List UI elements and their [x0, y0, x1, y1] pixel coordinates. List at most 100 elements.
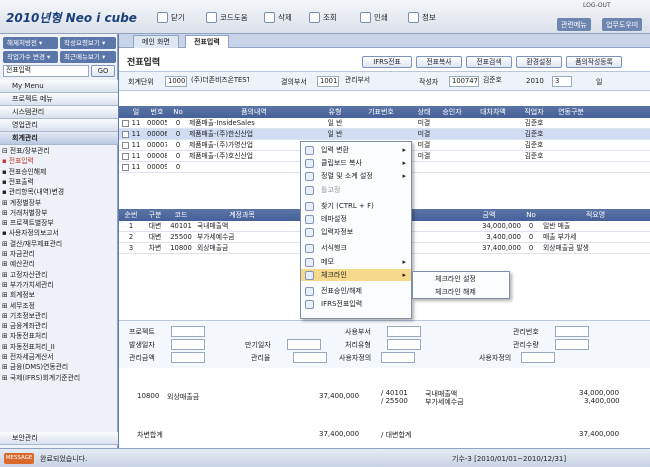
nav-project-menu[interactable]: 프로젝트 메뉴: [0, 93, 118, 106]
column-header[interactable]: 순번: [121, 209, 141, 221]
close-button[interactable]: 닫기: [157, 10, 185, 24]
sidebar-button-2[interactable]: 작성요령보기 ▾: [60, 37, 116, 49]
context-menu-item[interactable]: 찾기 (CTRL + F): [301, 200, 411, 213]
column-header[interactable]: 유형: [319, 106, 351, 118]
unit-code-input[interactable]: 1000: [165, 76, 187, 87]
tree-item[interactable]: ▪ 사용자정의보고서: [2, 228, 118, 238]
form-field[interactable]: [381, 352, 415, 363]
context-menu-item[interactable]: 클립보드 복사 ▸: [301, 157, 411, 170]
column-header[interactable]: 일: [129, 106, 143, 118]
ifrs-voucher-button[interactable]: IFRS전표: [362, 56, 412, 68]
approval-register-button[interactable]: 품의작성등록: [566, 56, 622, 68]
column-header[interactable]: 연동구분: [549, 106, 593, 118]
column-header[interactable]: 승인자: [437, 106, 467, 118]
tree-item[interactable]: ⊞ 전자세금계산서: [2, 352, 118, 362]
context-menu-item[interactable]: 입력 변환 ▸: [301, 144, 411, 157]
info-button[interactable]: 정보: [408, 10, 436, 24]
tree-item[interactable]: ⊟ 전표/장부관리: [2, 146, 118, 156]
tree-item[interactable]: ⊞ 자동전표처리_II: [2, 342, 118, 352]
context-menu-item[interactable]: 체크라인 ▸: [301, 268, 411, 282]
nav-system[interactable]: 시스템관리: [0, 106, 118, 119]
month-select[interactable]: 3: [552, 76, 572, 87]
tree-item[interactable]: ⊞ 부가가치세관리: [2, 280, 118, 290]
tree-item[interactable]: ⊞ 고정자산관리: [2, 270, 118, 280]
tree-item[interactable]: ⊞ 금융계좌관리: [2, 321, 118, 331]
tree-item[interactable]: ⊞ 거래처별장부: [2, 208, 118, 218]
nav-sales[interactable]: 영업관리: [0, 119, 118, 132]
context-menu-item[interactable]: 틀고정: [301, 184, 411, 197]
column-header[interactable]: 적요명: [543, 209, 648, 221]
tree-item[interactable]: ▪ 전표출력: [2, 177, 118, 187]
form-field[interactable]: [171, 326, 205, 337]
row-checkbox[interactable]: [122, 142, 129, 149]
column-header[interactable]: No: [169, 106, 187, 118]
tree-item[interactable]: ▪ 관리항목(내역)변경: [2, 187, 118, 197]
tree-item[interactable]: ⊞ 결산/재무제표관리: [2, 239, 118, 249]
tree-item[interactable]: ⊞ 세무조정: [2, 301, 118, 311]
search-voucher-button[interactable]: 전표검색: [466, 56, 512, 68]
sidebar-button-4[interactable]: 최근메뉴보기 ▾: [60, 51, 116, 63]
context-menu-item[interactable]: 정렬 및 소계 설정 ▸: [301, 170, 411, 183]
column-header[interactable]: 대차차액: [467, 106, 519, 118]
code-help-button[interactable]: 코드도움: [206, 10, 248, 24]
form-field[interactable]: [387, 326, 421, 337]
table-row[interactable]: 11 00005 0 제품매출-InsideSales 일 반 미결 김준호: [119, 118, 650, 129]
checkline-clear-item[interactable]: 체크라인 해제: [413, 286, 523, 299]
column-header[interactable]: 품의내역: [189, 106, 319, 118]
context-menu-item[interactable]: 서식행크: [301, 242, 411, 255]
context-menu-item[interactable]: IFRS전표입력: [301, 298, 411, 311]
column-header[interactable]: 기표번호: [351, 106, 411, 118]
column-header[interactable]: 금액: [457, 209, 521, 221]
sidebar-button-3[interactable]: 작업가수 변경 ▾: [3, 51, 58, 63]
column-header[interactable]: 코드: [167, 209, 195, 221]
tree-item[interactable]: ⊞ 자동전표처리: [2, 331, 118, 341]
column-header[interactable]: 번호: [147, 106, 167, 118]
work-helper-button[interactable]: 업무도우미: [602, 18, 643, 31]
tab-voucher-entry[interactable]: 전표입력: [185, 35, 229, 48]
tree-item[interactable]: ▪ 전표승인해제: [2, 167, 118, 177]
writer-code-input[interactable]: 100747: [449, 76, 479, 87]
form-field[interactable]: [293, 352, 327, 363]
column-header[interactable]: 계정과목: [197, 209, 287, 221]
column-header[interactable]: 구분: [143, 209, 167, 221]
tree-item[interactable]: ⊞ 기초정보관리: [2, 311, 118, 321]
sidebar-button-1[interactable]: 해제처방전 ▾: [3, 37, 58, 49]
form-field[interactable]: [171, 339, 205, 350]
nav-my-menu[interactable]: My Menu: [0, 80, 118, 93]
menu-search-input[interactable]: 전표입력: [3, 65, 89, 77]
context-menu-item[interactable]: 테마설정: [301, 213, 411, 226]
tree-item[interactable]: ⊞ 자금관리: [2, 249, 118, 259]
nav-accounting[interactable]: 회계관리: [0, 132, 118, 145]
form-field[interactable]: [555, 326, 589, 337]
form-field[interactable]: [171, 352, 205, 363]
row-checkbox[interactable]: [122, 164, 129, 171]
go-button[interactable]: GO: [91, 65, 115, 77]
dept-code-input[interactable]: 1001: [317, 76, 339, 87]
form-field[interactable]: [555, 339, 589, 350]
search-button[interactable]: 조회: [309, 10, 337, 24]
copy-voucher-button[interactable]: 전표복사: [416, 56, 462, 68]
tree-item[interactable]: ⊞ 국제(IFRS)회계기준관리: [2, 373, 118, 383]
tree-item[interactable]: ⊞ 회계정보: [2, 290, 118, 300]
row-checkbox[interactable]: [122, 120, 129, 127]
column-header[interactable]: 상태: [411, 106, 437, 118]
context-menu-item[interactable]: 입력자정보: [301, 226, 411, 239]
tab-main[interactable]: 메인 화면: [133, 35, 179, 48]
context-menu-item[interactable]: 메모 ▸: [301, 256, 411, 269]
column-header[interactable]: 작업자: [519, 106, 549, 118]
form-field[interactable]: [521, 352, 555, 363]
row-checkbox[interactable]: [122, 153, 129, 160]
checkline-set-item[interactable]: 체크라인 설정: [413, 273, 523, 286]
form-field[interactable]: [387, 339, 421, 350]
tree-item[interactable]: ⊞ 계정별장부: [2, 198, 118, 208]
related-menu-button[interactable]: 관련메뉴: [557, 18, 591, 31]
tree-item[interactable]: ⊞ 프로젝트별장부: [2, 218, 118, 228]
tree-item[interactable]: ▪ 전표입력: [2, 156, 118, 166]
tree-item[interactable]: ⊞ 금융(DMS)연동관리: [2, 362, 118, 372]
logout-link[interactable]: LOG-OUT: [583, 2, 611, 9]
table-row[interactable]: 11 00006 0 제품매출-(주)한신산업 일 반 미결 김준호: [119, 129, 650, 140]
form-field[interactable]: [287, 339, 321, 350]
row-checkbox[interactable]: [122, 131, 129, 138]
nav-security[interactable]: 보안관리: [0, 432, 118, 445]
print-button[interactable]: 인쇄: [360, 10, 388, 24]
